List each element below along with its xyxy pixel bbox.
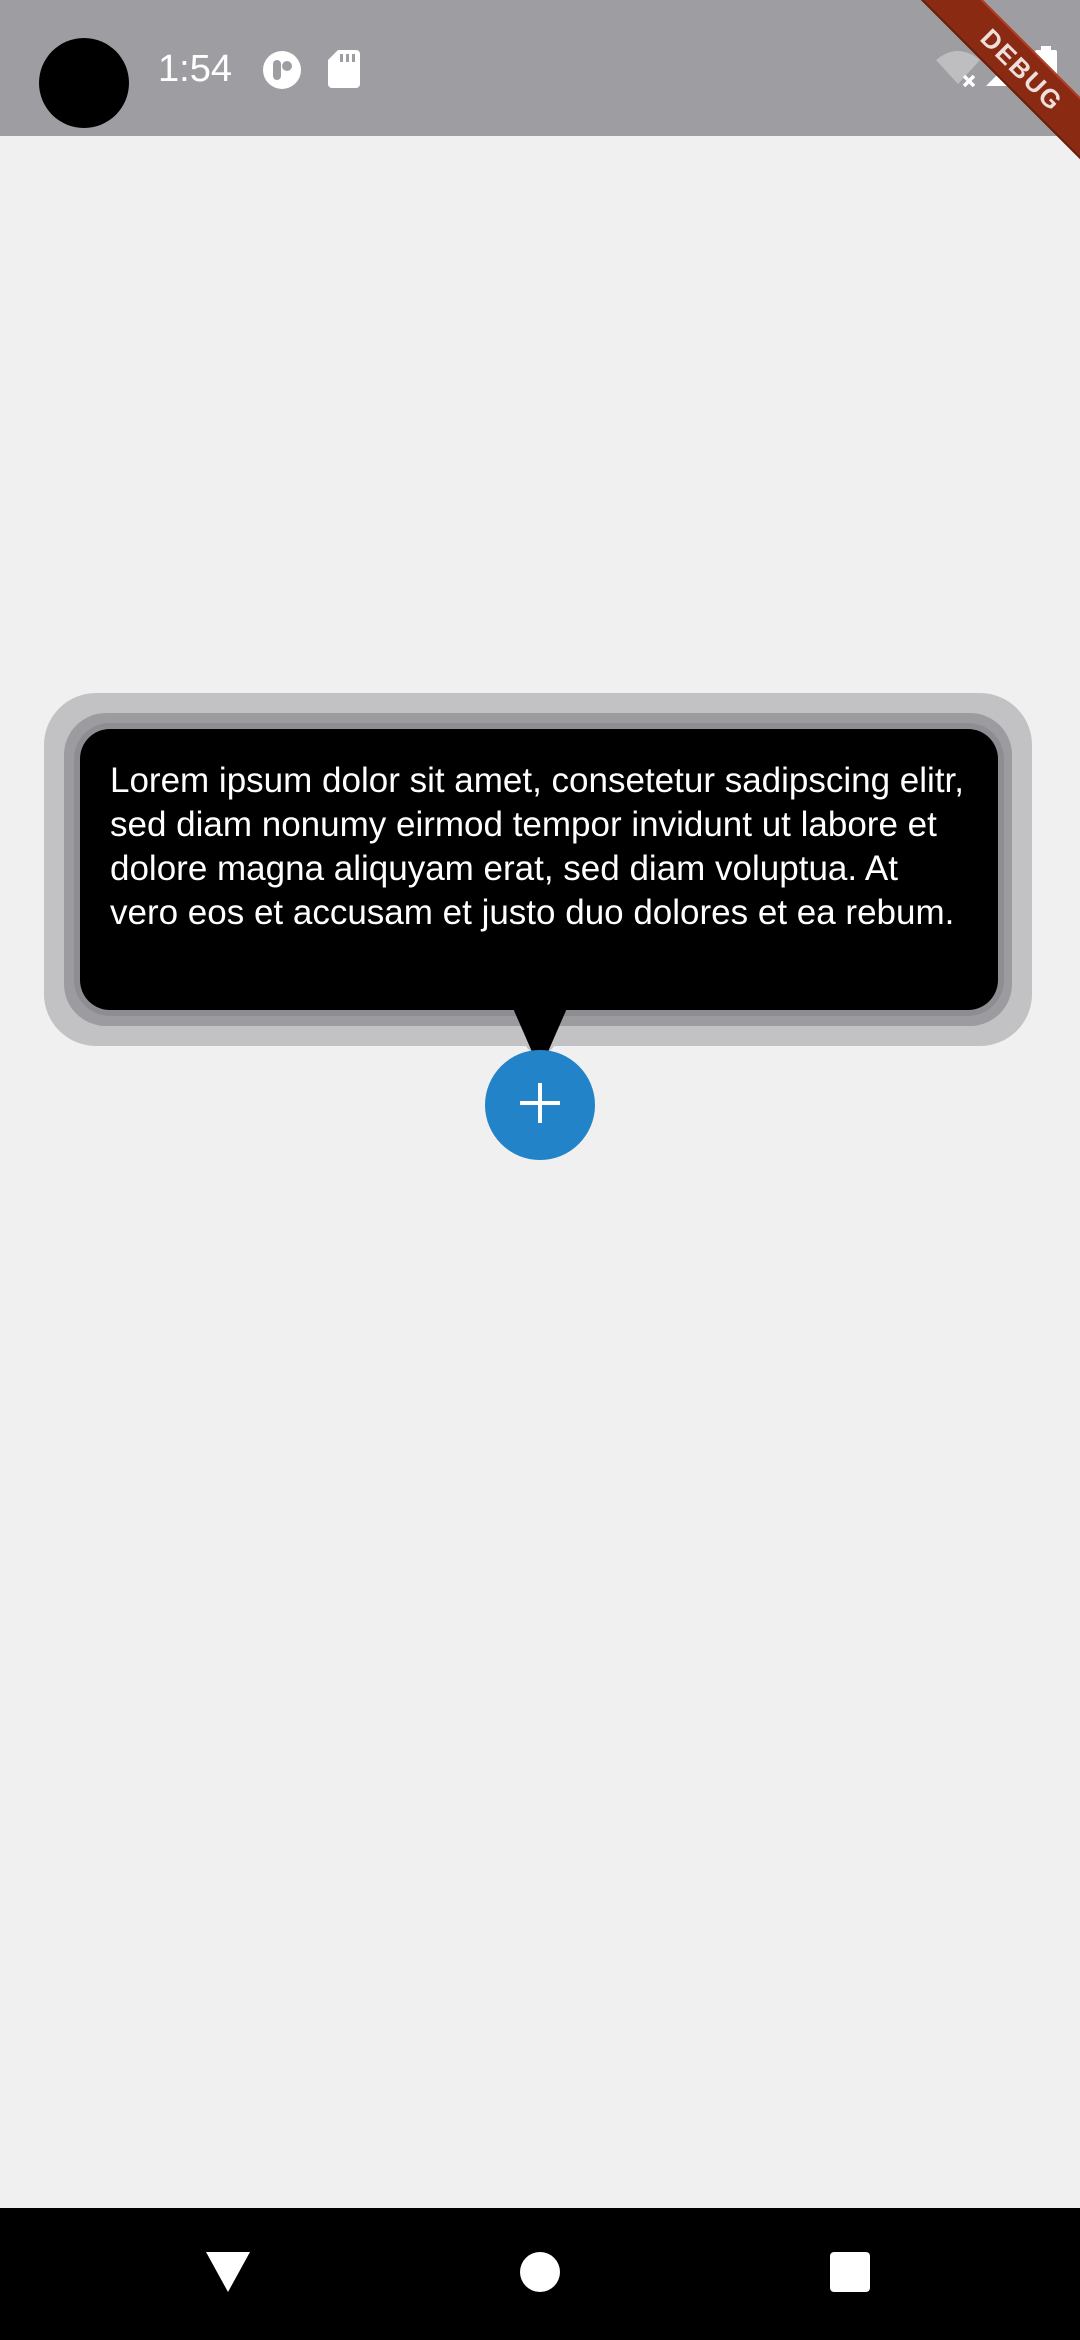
back-icon xyxy=(204,2250,252,2299)
podcast-icon xyxy=(262,50,302,95)
recents-icon xyxy=(829,2251,871,2298)
status-time: 1:54 xyxy=(158,48,232,90)
debug-banner-label: DEBUG xyxy=(914,0,1080,170)
system-navigation-bar xyxy=(0,2208,1080,2340)
home-icon xyxy=(519,2251,561,2298)
sd-card-icon xyxy=(328,50,360,93)
app-screen: 1:54 DEBUG Lorem ipsum dolor sit amet, c… xyxy=(0,0,1080,2340)
camera-cutout xyxy=(39,38,129,128)
status-bar: 1:54 DEBUG xyxy=(0,0,1080,170)
debug-banner: DEBUG xyxy=(910,0,1080,170)
tooltip-message: Lorem ipsum dolor sit amet, consetetur s… xyxy=(110,761,964,932)
nav-recents-button[interactable] xyxy=(822,2246,878,2302)
tooltip-bubble: Lorem ipsum dolor sit amet, consetetur s… xyxy=(80,729,998,1010)
nav-back-button[interactable] xyxy=(200,2246,256,2302)
plus-icon xyxy=(518,1081,562,1130)
nav-home-button[interactable] xyxy=(512,2246,568,2302)
add-fab-button[interactable] xyxy=(485,1050,595,1160)
